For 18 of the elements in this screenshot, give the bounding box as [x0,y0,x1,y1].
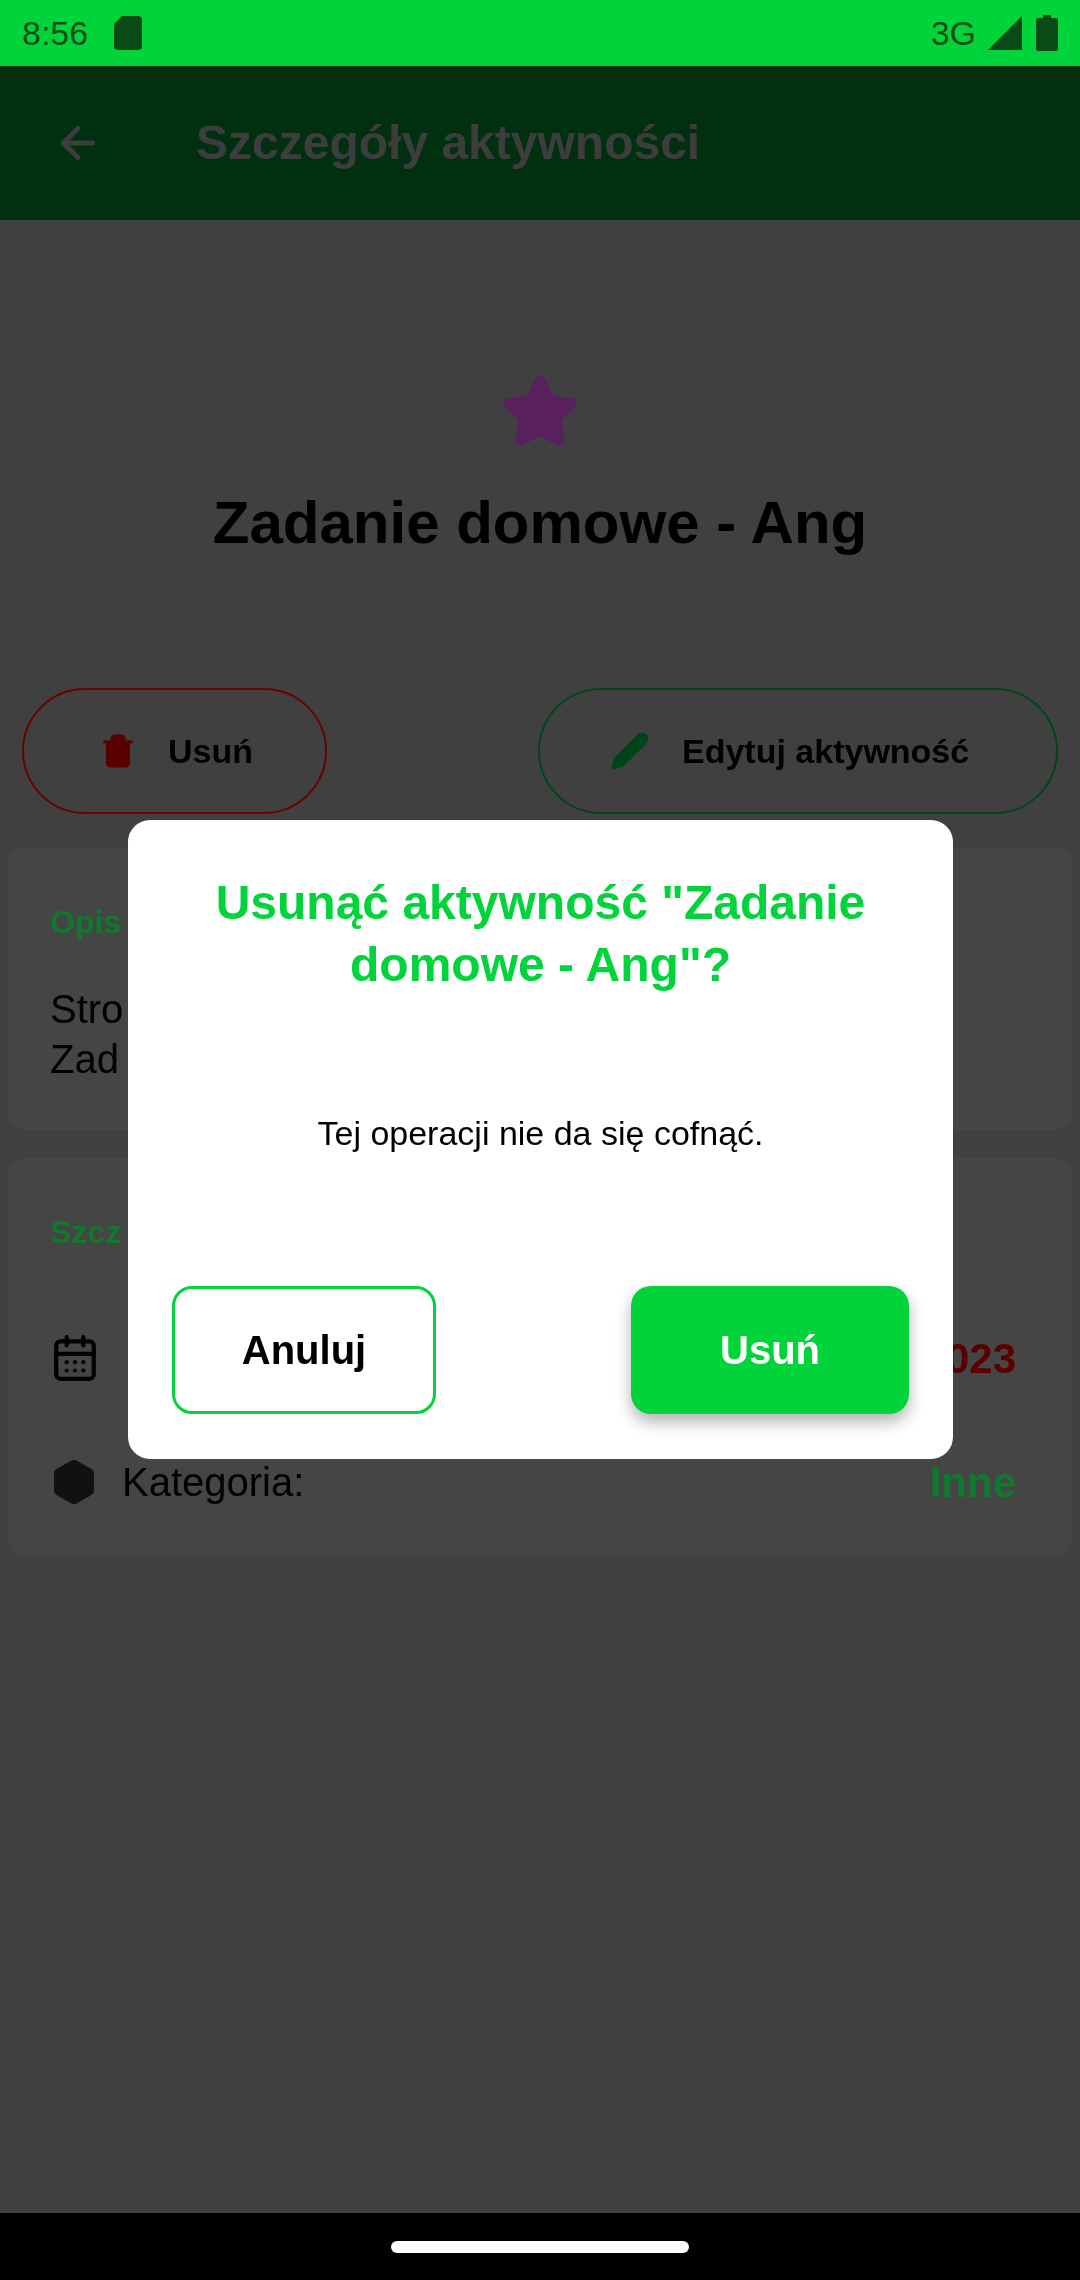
screen-title: Szczegóły aktywności [196,115,701,171]
category-label: Kategoria: [122,1459,305,1506]
home-indicator[interactable] [391,2240,689,2253]
dialog-title: Usunąć aktywność "Zadanie domowe - Ang"? [214,875,867,993]
description-text: Zad [50,1036,120,1083]
activity-title: Zadanie domowe - Ang [212,488,868,558]
network-type: 3G [930,12,976,54]
description-text: Stro [50,986,125,1033]
sd-card-icon [114,16,143,50]
signal-icon [988,16,1022,50]
status-time: 8:56 [22,12,89,54]
confirm-delete-button[interactable]: Usuń [631,1286,909,1414]
dialog-message: Tej operacji nie da się cofnąć. [317,1113,764,1154]
battery-icon [1036,15,1058,51]
cancel-button[interactable]: Anuluj [172,1286,436,1414]
pencil-icon [610,731,650,771]
delete-button[interactable]: Usuń [22,688,327,814]
edit-button[interactable]: Edytuj aktywność [538,688,1058,814]
